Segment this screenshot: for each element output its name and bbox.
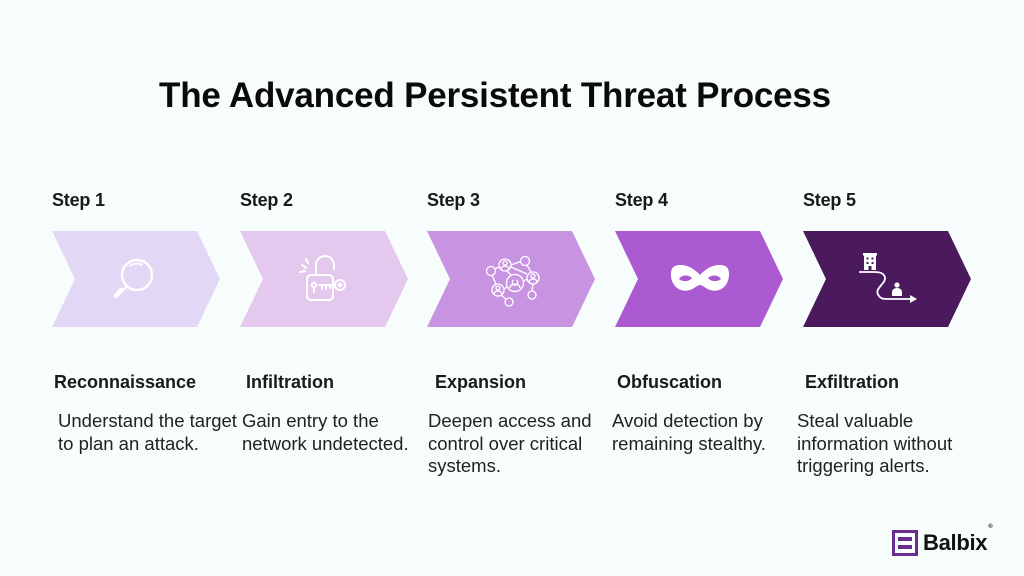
step-label: Step 1 [52,190,105,210]
step-label: Step 4 [615,190,668,210]
step-label: Step 3 [427,190,480,210]
step-description: Steal valuable information without trigg… [797,410,953,476]
brand-name-text: Balbix [923,530,988,555]
step-name: Obfuscation [617,372,723,392]
step-name: Infiltration [246,372,334,392]
step-label: Step 2 [240,190,293,210]
balbix-logo-icon [892,530,918,556]
magnifying-glass-icon [113,258,154,299]
chevron-step-2 [240,231,410,327]
chevron-step-3 [427,231,597,327]
chevron-step-1 [52,231,222,327]
balbix-logo: Balbix® [892,524,993,557]
step-name: Exfiltration [805,372,900,392]
unlocked-padlock-key-icon [299,255,346,301]
registered-mark: ® [988,524,993,530]
page-title: The Advanced Persistent Threat Process [159,76,831,115]
step-label: Step 5 [803,190,856,210]
step-name: Expansion [435,372,527,392]
mask-icon [670,265,730,291]
brand-name: Balbix® [923,524,993,556]
step-description: Gain entry to the network undetected. [242,410,409,454]
chevron-step-4 [615,231,785,327]
building-path-person-arrow-icon [859,253,917,303]
chevron-step-5 [803,231,973,327]
step-description: Understand the target to plan an attack. [58,410,237,454]
step-description: Deepen access and control over critical … [428,410,592,476]
step-name: Reconnaissance [54,372,197,392]
step-description: Avoid detection by remaining stealthy. [612,410,766,454]
network-people-icon [485,255,540,307]
